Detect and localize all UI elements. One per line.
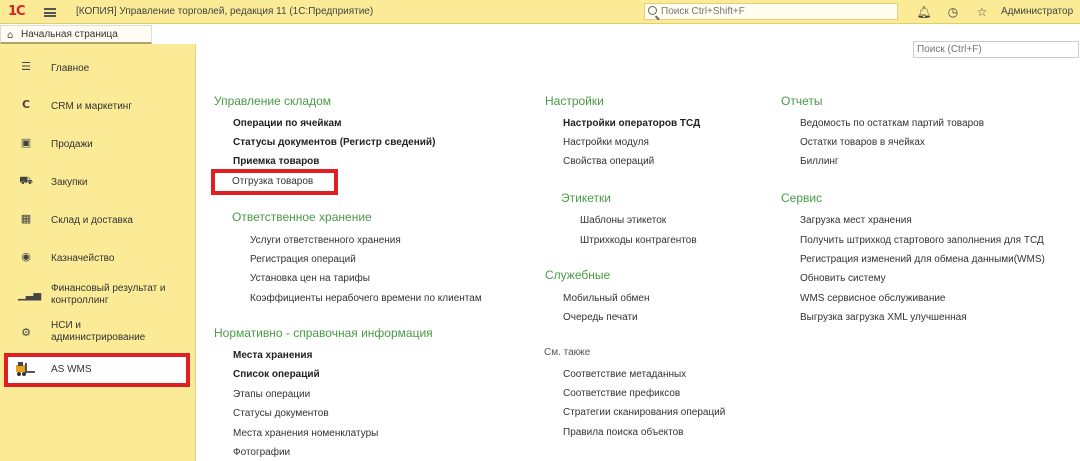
sidebar-item-main[interactable]: ☰ Главное	[0, 48, 196, 86]
sidebar-item-as-wms[interactable]: AS WMS	[4, 353, 190, 387]
link-goods-receipt[interactable]: Приемка товаров	[233, 156, 319, 167]
sidebar-item-label: Продажи	[51, 139, 93, 150]
link-tsd-operator-settings[interactable]: Настройки операторов ТСД	[563, 118, 700, 129]
forklift-icon	[15, 362, 37, 378]
link-prefix-mapping[interactable]: Соответствие префиксов	[563, 388, 680, 399]
link-storage-places[interactable]: Места хранения	[233, 350, 312, 361]
link-mobile-exchange[interactable]: Мобильный обмен	[563, 293, 649, 304]
warehouse-grid-icon: ▦	[20, 212, 32, 225]
link-counterparty-barcodes[interactable]: Штрихкоды контрагентов	[580, 235, 697, 246]
menu-lines-icon: ☰	[21, 60, 31, 73]
link-metadata-mapping[interactable]: Соответствие метаданных	[563, 369, 686, 380]
link-module-settings[interactable]: Настройки модуля	[563, 137, 649, 148]
sidebar-item-label: CRM и маркетинг	[51, 101, 132, 112]
section-title-service-section: Служебные	[545, 268, 611, 282]
section-title-custody: Ответственное хранение	[232, 210, 372, 224]
link-tariff-prices[interactable]: Установка цен на тарифы	[250, 273, 370, 284]
sidebar-item-admin[interactable]: ⚙ НСИ и администрирование	[0, 314, 196, 352]
history-icon[interactable]: ◷	[945, 4, 961, 20]
sidebar-item-finance[interactable]: ▁▃▅ Финансовый результат и контроллинг	[0, 276, 196, 314]
sidebar-item-warehouse[interactable]: ▦ Склад и доставка	[0, 200, 196, 238]
section-title-service: Сервис	[781, 191, 823, 205]
link-custody-services[interactable]: Услуги ответственного хранения	[250, 235, 401, 246]
sidebar-item-sales[interactable]: ▣ Продажи	[0, 124, 196, 162]
link-billing[interactable]: Биллинг	[800, 156, 839, 167]
sidebar-item-label: Казначейство	[51, 253, 115, 264]
gear-icon: ⚙	[21, 326, 31, 339]
sidebar-item-purchases[interactable]: ⛟ Закупки	[0, 162, 196, 200]
link-nonworking-time-coefficients[interactable]: Коэффициенты нерабочего времени по клиен…	[250, 293, 482, 304]
link-item-storage-places[interactable]: Места хранения номенклатуры	[233, 428, 378, 439]
link-label-templates[interactable]: Шаблоны этикеток	[580, 215, 666, 226]
link-document-statuses[interactable]: Статусы документов	[233, 408, 329, 419]
bar-chart-icon: ▁▃▅	[18, 290, 42, 301]
link-print-queue[interactable]: Очередь печати	[563, 312, 638, 323]
tab-home-label: Начальная страница	[21, 29, 118, 40]
link-get-tsd-barcode[interactable]: Получить штрихкод стартового заполнения …	[800, 235, 1044, 246]
sidebar-item-label: Финансовый результат и контроллинг	[51, 283, 166, 306]
link-photos[interactable]: Фотографии	[233, 447, 290, 458]
link-load-storage-places[interactable]: Загрузка мест хранения	[800, 215, 912, 226]
section-title-reports: Отчеты	[781, 94, 823, 108]
global-search-input[interactable]	[661, 5, 891, 18]
crm-icon: C	[21, 98, 31, 111]
link-document-statuses-register[interactable]: Статусы документов (Регистр сведений)	[233, 137, 435, 148]
link-update-system[interactable]: Обновить систему	[800, 273, 886, 284]
link-xml-import-export[interactable]: Выгрузка загрузка XML улучшенная	[800, 312, 967, 323]
sidebar-item-label: Закупки	[51, 177, 88, 188]
sidebar-item-treasury[interactable]: ◉ Казначейство	[0, 238, 196, 276]
app-logo: 1С	[8, 4, 26, 19]
page-search-box[interactable]	[913, 41, 1079, 58]
sidebar-item-label: AS WMS	[51, 364, 92, 375]
link-scan-strategies[interactable]: Стратегии сканирования операций	[563, 407, 725, 418]
link-operations-list[interactable]: Список операций	[233, 369, 320, 380]
link-cell-operations[interactable]: Операции по ячейкам	[233, 118, 342, 129]
title-bar: 1С [КОПИЯ] Управление торговлей, редакци…	[0, 0, 1080, 24]
section-title-see-also: См. также	[544, 347, 591, 358]
bell-icon[interactable]: 🔔︎	[916, 4, 932, 20]
section-title-settings: Настройки	[545, 94, 604, 108]
link-operation-stages[interactable]: Этапы операции	[233, 389, 310, 400]
sidebar-item-crm[interactable]: C CRM и маркетинг	[0, 86, 196, 124]
sidebar-item-label: НСИ и администрирование	[51, 320, 146, 343]
link-goods-shipment[interactable]: Отгрузка товаров	[232, 176, 313, 187]
link-object-search-rules[interactable]: Правила поиска объектов	[563, 427, 683, 438]
window-title: [КОПИЯ] Управление торговлей, редакция 1…	[76, 6, 374, 17]
current-user[interactable]: Администратор	[1001, 6, 1073, 17]
link-wms-maintenance[interactable]: WMS сервисное обслуживание	[800, 293, 946, 304]
home-icon: ⌂	[7, 30, 14, 41]
cart-icon: ⛟	[19, 174, 33, 187]
sidebar-item-label: Главное	[51, 63, 90, 74]
section-title-warehouse: Управление складом	[214, 94, 332, 108]
link-cell-stock-report[interactable]: Остатки товаров в ячейках	[800, 137, 925, 148]
bag-icon: ▣	[20, 136, 32, 149]
tab-home[interactable]: ⌂ Начальная страница	[0, 25, 152, 44]
link-operations-registration[interactable]: Регистрация операций	[250, 254, 356, 265]
sections-panel: ☰ Главное C CRM и маркетинг ▣ Продажи ⛟ …	[0, 44, 196, 461]
link-batch-balance-report[interactable]: Ведомость по остаткам партий товаров	[800, 118, 984, 129]
page-search-input[interactable]	[917, 43, 1077, 56]
main-menu-icon[interactable]	[44, 8, 56, 17]
star-icon[interactable]: ☆	[974, 4, 990, 20]
section-title-reference-info: Нормативно - справочная информация	[214, 326, 433, 340]
coin-icon: ◉	[21, 250, 31, 263]
sidebar-item-label: Склад и доставка	[51, 215, 133, 226]
link-operation-properties[interactable]: Свойства операций	[563, 156, 654, 167]
section-content: Управление складом Операции по ячейкам С…	[197, 41, 1080, 461]
section-title-labels: Этикетки	[561, 191, 611, 205]
link-wms-change-registration[interactable]: Регистрация изменений для обмена данными…	[800, 254, 1045, 265]
search-icon	[648, 6, 657, 15]
global-search-box[interactable]	[644, 3, 898, 20]
